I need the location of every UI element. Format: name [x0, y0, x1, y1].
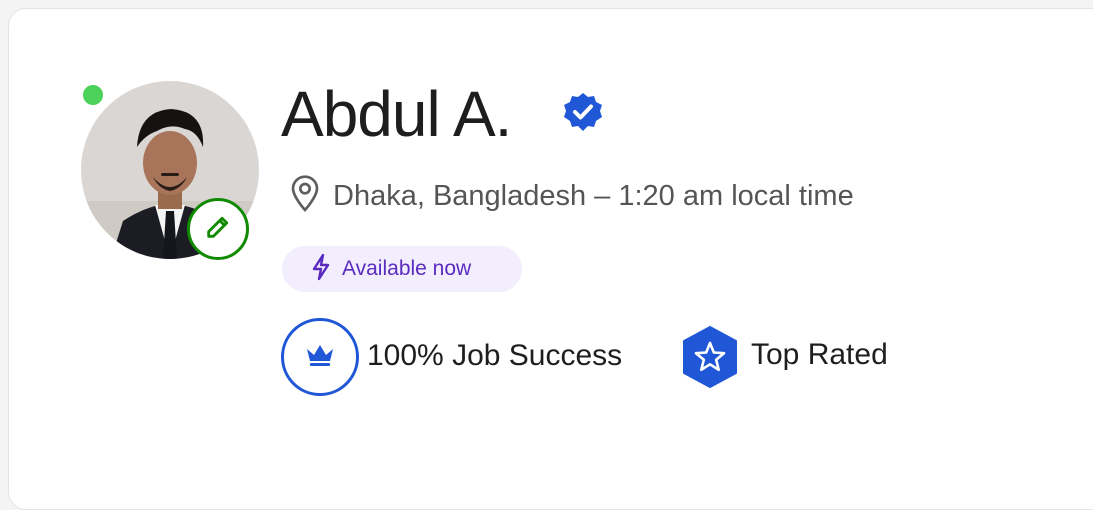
profile-card: Abdul A. Dhaka, Bangladesh – 1:20 am loc… [8, 8, 1093, 510]
job-success-badge-icon [281, 318, 359, 396]
profile-name: Abdul A. [281, 78, 512, 150]
crown-icon [303, 341, 337, 374]
availability-badge[interactable]: Available now [282, 246, 522, 292]
location-row: Dhaka, Bangladesh – 1:20 am local time [289, 175, 854, 218]
job-success-text: 100% Job Success [367, 339, 623, 372]
online-status-indicator [80, 82, 106, 108]
availability-text: Available now [342, 257, 472, 280]
edit-photo-button[interactable] [187, 198, 249, 260]
lightning-bolt-icon [310, 253, 332, 286]
top-rated-text: Top Rated [751, 338, 888, 371]
top-rated-badge-icon [680, 326, 740, 388]
pencil-icon [204, 213, 232, 246]
verified-badge-icon [562, 91, 604, 133]
location-pin-icon [289, 175, 321, 218]
location-text: Dhaka, Bangladesh – 1:20 am local time [333, 180, 854, 212]
